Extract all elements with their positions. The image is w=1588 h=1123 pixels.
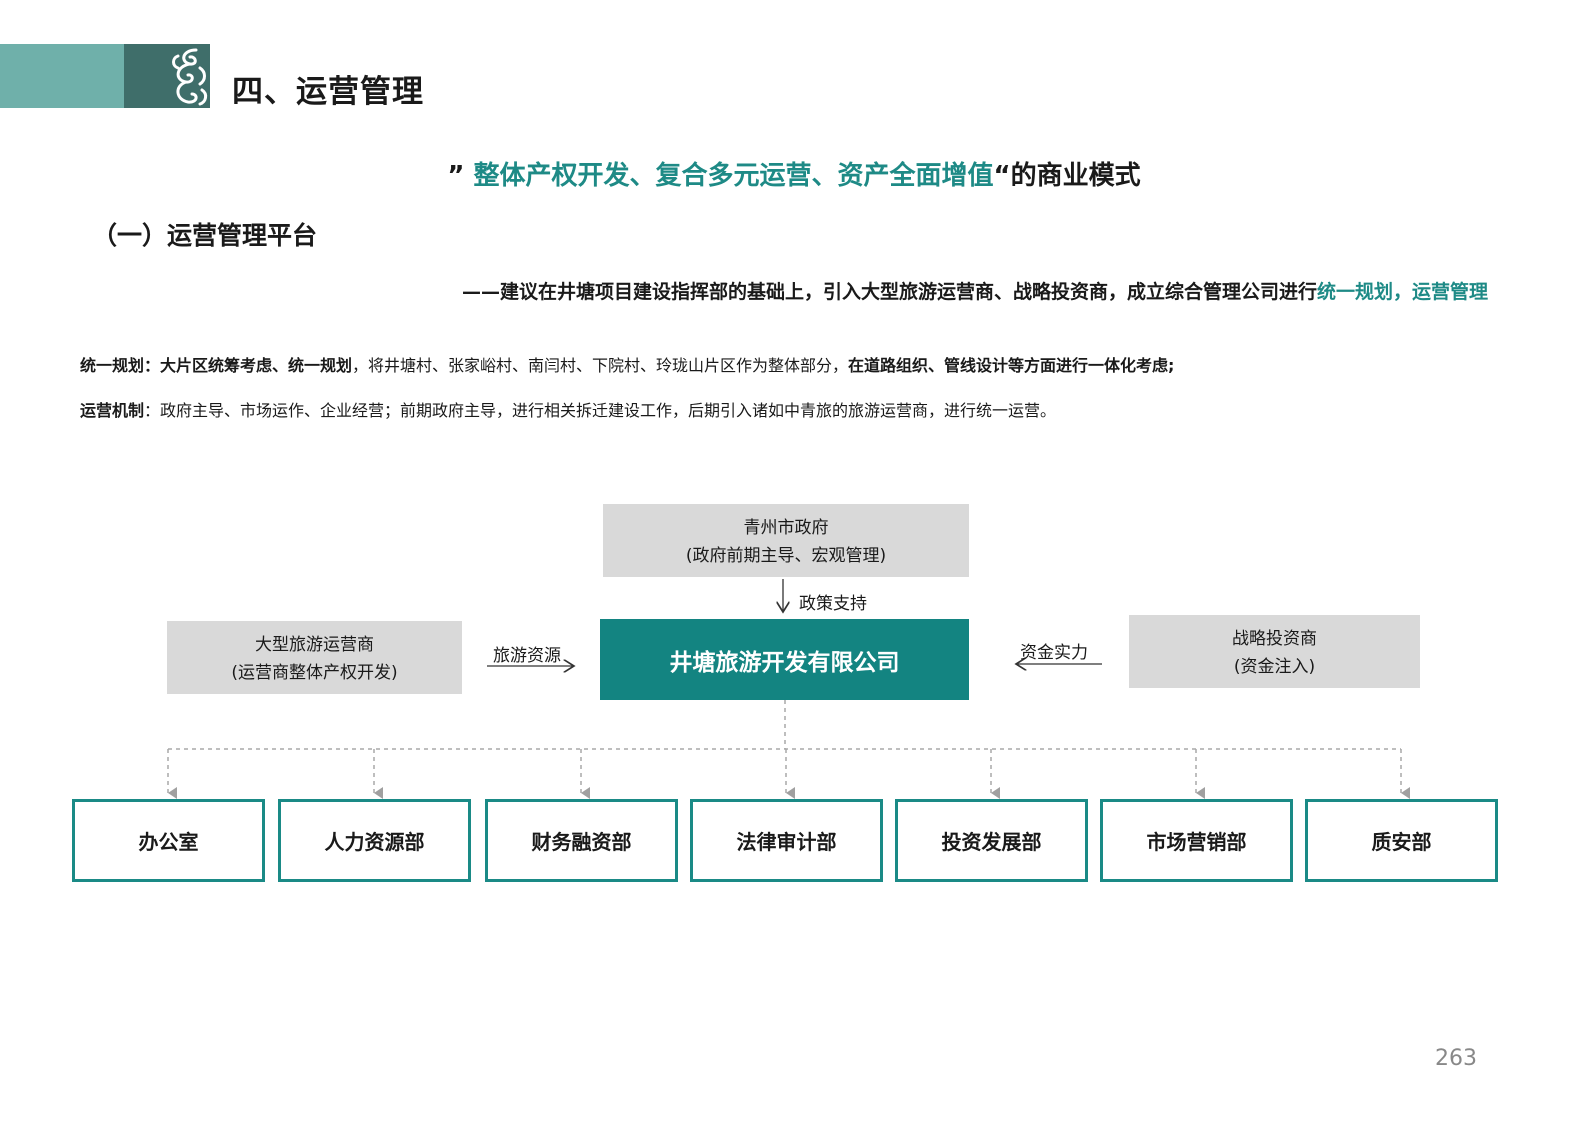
policy-support-label: 政策支持 bbox=[799, 594, 867, 614]
mechanism-text: ：政府主导、市场运作、企业经营；前期政府主导，进行相关拆迁建设工作，后期引入诸如… bbox=[144, 401, 1057, 420]
dept-marketing: 市场营销部 bbox=[1100, 799, 1293, 882]
tagline-highlight: 整体产权开发、复合多元运营、资产全面增值 bbox=[473, 161, 994, 191]
proposal-line: ——建议在井塘项目建设指挥部的基础上，引入大型旅游运营商、战略投资商，成立综合管… bbox=[462, 277, 1488, 304]
dept-quality-safety: 质安部 bbox=[1305, 799, 1498, 882]
planning-bold2: 在道路组织、管线设计等方面进行一体化考虑; bbox=[848, 356, 1175, 375]
business-model-tagline: ” 整体产权开发、复合多元运营、资产全面增值“的商业模式 bbox=[0, 155, 1588, 192]
dept-hr: 人力资源部 bbox=[278, 799, 471, 882]
planning-label: 统一规划： bbox=[80, 356, 161, 375]
operator-role: (运营商整体产权开发) bbox=[231, 663, 398, 683]
strategic-investor-box: 战略投资商 (资金注入) bbox=[1129, 615, 1420, 688]
tagline-open-quote: ” bbox=[447, 161, 474, 191]
mechanism-paragraph: 运营机制：政府主导、市场运作、企业经营；前期政府主导，进行相关拆迁建设工作，后期… bbox=[80, 397, 1056, 421]
investor-role: (资金注入) bbox=[1233, 657, 1316, 677]
subsection-title: （一）运营管理平台 bbox=[92, 221, 318, 250]
government-role: (政府前期主导、宏观管理) bbox=[685, 546, 887, 566]
government-name: 青州市政府 bbox=[743, 518, 829, 538]
tour-operator-box: 大型旅游运营商 (运营商整体产权开发) bbox=[167, 621, 462, 694]
planning-bold1: 大片区统筹考虑、统一规划 bbox=[160, 356, 353, 375]
tourism-resources-label: 旅游资源 bbox=[493, 646, 561, 666]
section-title: 四、运营管理 bbox=[232, 74, 424, 110]
planning-text1: ，将井塘村、张家峪村、南闫村、下院村、玲珑山片区作为整体部分， bbox=[352, 356, 849, 375]
planning-paragraph: 统一规划：大片区统筹考虑、统一规划，将井塘村、张家峪村、南闫村、下院村、玲珑山片… bbox=[80, 352, 1174, 376]
cloud-scroll-ornament-icon bbox=[172, 48, 208, 106]
proposal-text: ——建议在井塘项目建设指挥部的基础上，引入大型旅游运营商、战略投资商，成立综合管… bbox=[461, 281, 1317, 303]
page-number: 263 bbox=[1435, 1046, 1477, 1071]
header-band-light bbox=[0, 44, 124, 108]
development-company-box: 井塘旅游开发有限公司 bbox=[600, 619, 969, 700]
mechanism-label: 运营机制 bbox=[80, 401, 145, 420]
operator-name: 大型旅游运营商 bbox=[255, 635, 374, 655]
tagline-rest: “的商业模式 bbox=[993, 161, 1141, 191]
dept-legal-audit: 法律审计部 bbox=[690, 799, 883, 882]
proposal-highlight: 统一规划，运营管理 bbox=[1316, 281, 1488, 303]
dept-finance: 财务融资部 bbox=[485, 799, 678, 882]
government-box: 青州市政府 (政府前期主导、宏观管理) bbox=[603, 504, 969, 577]
capital-strength-label: 资金实力 bbox=[1020, 643, 1088, 663]
investor-name: 战略投资商 bbox=[1232, 629, 1317, 649]
dept-office: 办公室 bbox=[72, 799, 265, 882]
dept-investment: 投资发展部 bbox=[895, 799, 1088, 882]
